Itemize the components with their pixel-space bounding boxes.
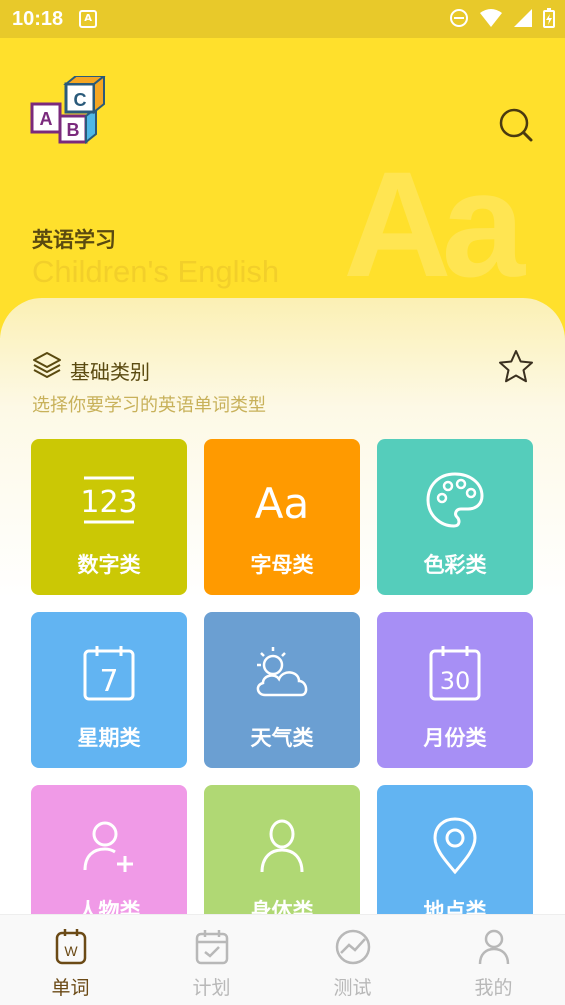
category-tile-body[interactable]: 身体类 — [204, 785, 360, 918]
calendar-icon: 7 — [83, 646, 135, 701]
logo-letter-c: C — [74, 90, 87, 110]
tab-label: 我的 — [474, 977, 513, 999]
section-title: 基础类别 — [70, 360, 150, 384]
category-tile-months[interactable]: 30 月份类 — [377, 612, 533, 768]
calendar-icon-text: 7 — [99, 664, 118, 699]
category-panel: 基础类别 选择你要学习的英语单词类型 123 数字类 Aa 字母类 色彩类 7 … — [0, 298, 565, 918]
do-not-disturb-icon — [450, 9, 468, 27]
status-icons — [449, 8, 555, 28]
person-icon — [260, 819, 304, 873]
month-calendar-icon-text: 30 — [440, 667, 471, 695]
location-pin-icon — [433, 817, 477, 875]
abc-blocks-logo: A B C — [30, 76, 106, 145]
category-tile-weather[interactable]: 天气类 — [204, 612, 360, 768]
bottom-tab-bar: W 单词 计划 测试 我的 — [0, 914, 565, 1005]
tab-label: 测试 — [333, 977, 372, 999]
logo-letter-b: B — [67, 120, 80, 140]
app-title: 英语学习 — [32, 228, 116, 252]
app-subtitle: Children's English — [32, 254, 280, 289]
test-chart-icon — [335, 929, 370, 965]
search-icon[interactable] — [498, 108, 534, 144]
tab-words[interactable]: W 单词 — [0, 915, 141, 1005]
logo-letter-a: A — [40, 109, 53, 129]
tab-profile[interactable]: 我的 — [423, 915, 564, 1005]
category-tile-colors[interactable]: 色彩类 — [377, 439, 533, 595]
add-person-icon — [83, 821, 133, 872]
status-time: 10:18 — [12, 7, 64, 30]
layers-icon — [33, 352, 61, 378]
category-label: 月份类 — [423, 726, 487, 750]
category-label: 色彩类 — [423, 553, 487, 577]
tab-label: 单词 — [51, 977, 90, 999]
letters-icon-text: Aa — [255, 479, 309, 528]
notification-badge: A — [79, 10, 98, 28]
plan-calendar-icon — [195, 930, 228, 965]
watermark: Aa — [343, 140, 525, 308]
tab-label: 计划 — [192, 977, 231, 999]
profile-icon — [478, 929, 509, 965]
favorite-star-icon[interactable] — [497, 348, 535, 386]
battery-icon — [543, 8, 555, 28]
category-label: 数字类 — [77, 553, 141, 577]
header: Aa A B C 英语学习 Children's English — [0, 38, 565, 338]
numbers-icon-text: 123 — [80, 485, 137, 520]
palette-icon — [426, 472, 484, 528]
category-tile-places[interactable]: 地点类 — [377, 785, 533, 918]
wifi-icon — [480, 9, 502, 27]
category-tile-letters[interactable]: Aa 字母类 — [204, 439, 360, 595]
status-bar: 10:18 A — [0, 0, 565, 38]
category-tile-weekdays[interactable]: 7 星期类 — [31, 612, 187, 768]
category-label: 字母类 — [250, 553, 314, 577]
words-icon-text: W — [64, 943, 78, 959]
tab-test[interactable]: 测试 — [282, 915, 423, 1005]
signal-icon — [514, 9, 532, 27]
words-icon: W — [55, 929, 86, 965]
tab-plan[interactable]: 计划 — [141, 915, 282, 1005]
category-label: 星期类 — [77, 726, 141, 750]
month-calendar-icon: 30 — [429, 646, 481, 701]
weather-icon — [256, 647, 308, 697]
category-tile-people[interactable]: 人物类 — [31, 785, 187, 918]
category-tile-numbers[interactable]: 123 数字类 — [31, 439, 187, 595]
letters-icon: Aa — [255, 479, 309, 528]
numbers-icon: 123 — [80, 476, 138, 524]
category-label: 天气类 — [250, 726, 314, 750]
section-description: 选择你要学习的英语单词类型 — [32, 395, 266, 416]
